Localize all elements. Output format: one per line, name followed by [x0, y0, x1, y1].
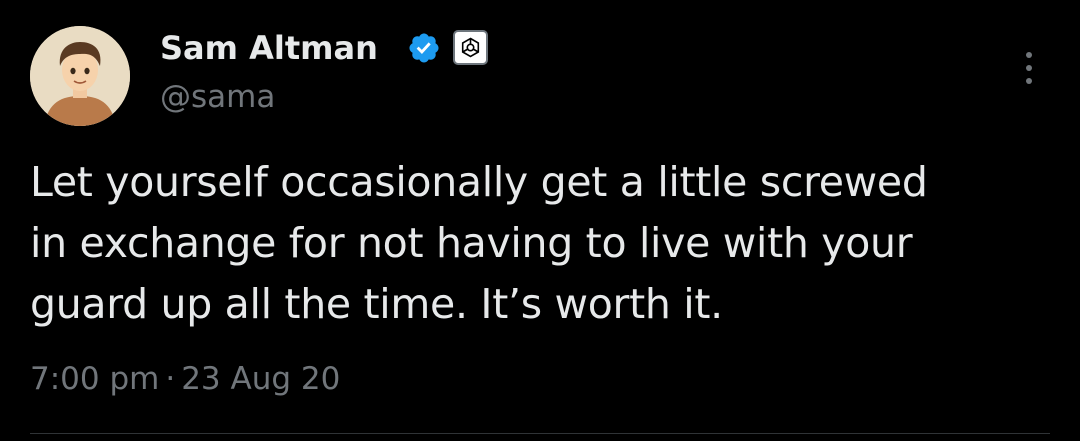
more-vertical-icon-dot [1026, 78, 1032, 84]
tweet-date[interactable]: 23 Aug 20 [181, 357, 340, 401]
more-options-button[interactable] [1015, 48, 1043, 88]
tweet-time[interactable]: 7:00 pm [30, 357, 159, 401]
tweet-text: Let yourself occasionally get a little s… [30, 152, 1050, 335]
tweet-text-line: in exchange for not having to live with … [30, 219, 913, 267]
more-vertical-icon-dot [1026, 65, 1032, 71]
tweet-text-line: guard up all the time. It’s worth it. [30, 280, 723, 328]
avatar[interactable] [30, 26, 130, 126]
verified-badge-icon[interactable] [407, 31, 441, 65]
author-handle[interactable]: @sama [160, 78, 275, 116]
tweet-card: Sam Altman @sama Let yourself occasional… [0, 0, 1080, 441]
timestamp-separator: · [165, 361, 176, 397]
tweet-timestamp[interactable]: 7:00 pm · 23 Aug 20 [30, 357, 340, 401]
author-display-name[interactable]: Sam Altman [160, 28, 378, 68]
divider [30, 433, 1050, 434]
tweet-text-line: Let yourself occasionally get a little s… [30, 158, 928, 206]
openai-logo-icon[interactable] [453, 30, 488, 65]
more-vertical-icon [1026, 52, 1032, 58]
